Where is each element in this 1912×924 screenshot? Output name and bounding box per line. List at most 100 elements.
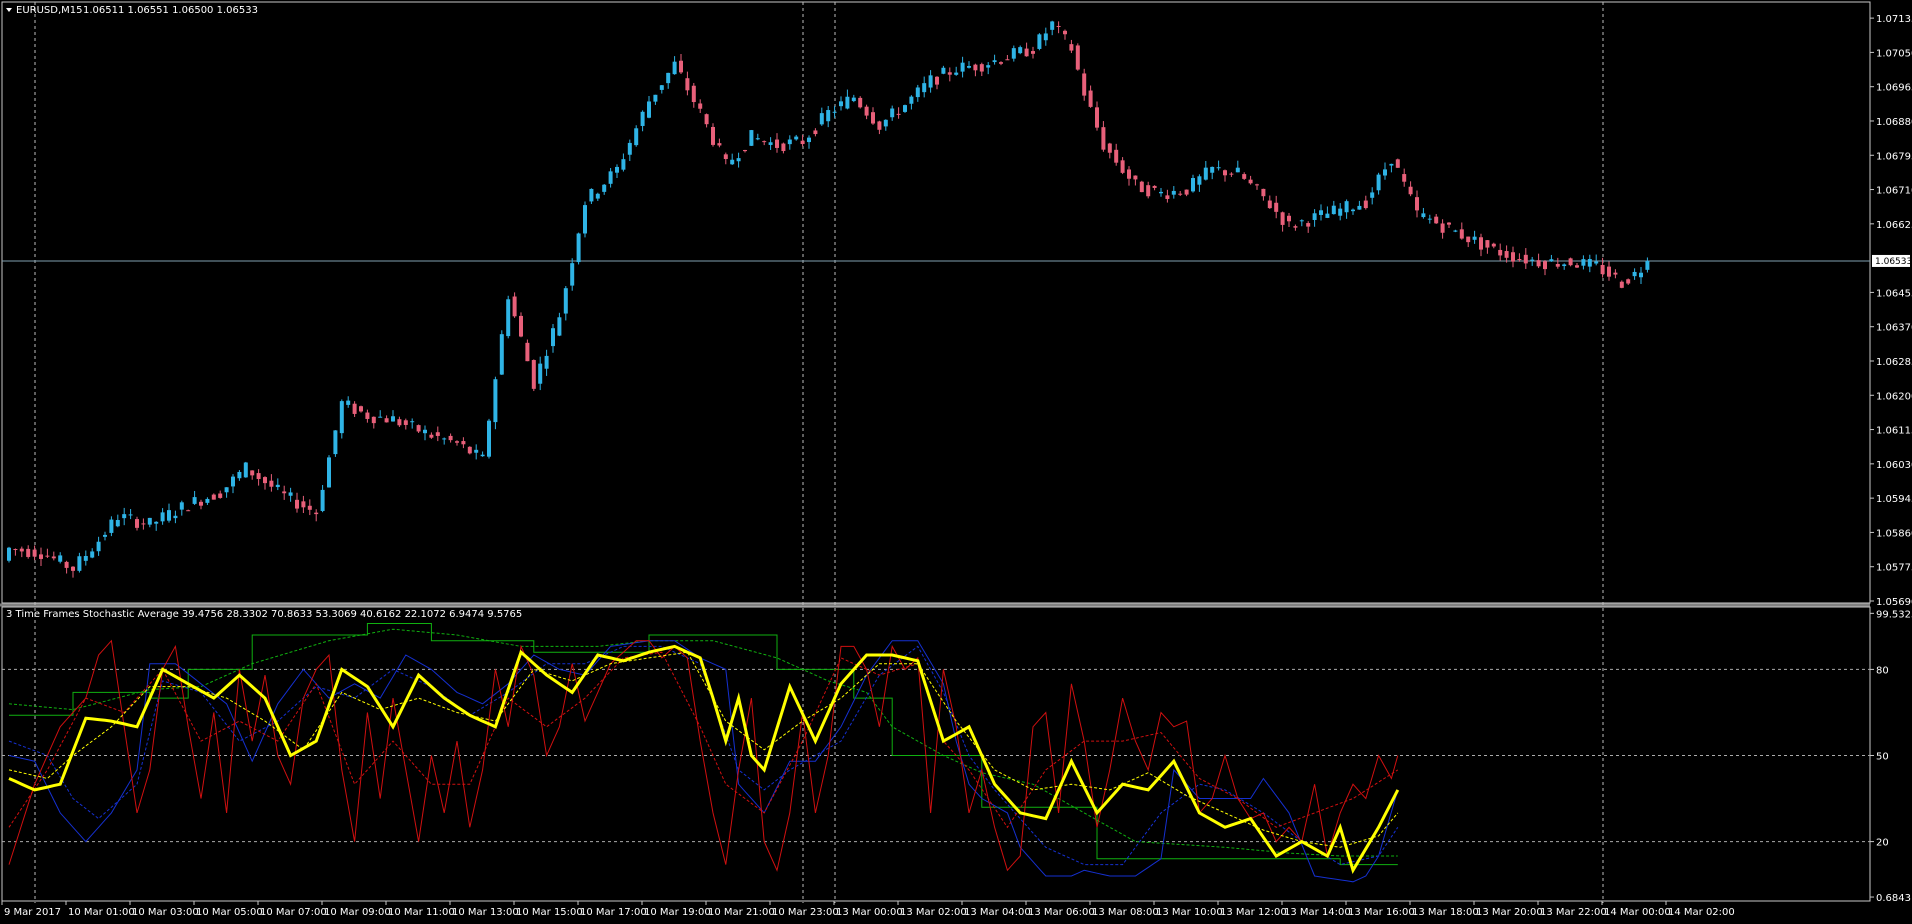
candle-body <box>653 94 658 102</box>
candle-body <box>378 416 383 418</box>
time-tick-label: 10 Mar 05:00 <box>196 907 263 918</box>
candle-body <box>967 66 971 68</box>
candle-body <box>333 430 338 455</box>
candle-body <box>1178 193 1183 195</box>
candle-body <box>192 497 197 504</box>
time-tick-label: 10 Mar 13:00 <box>452 907 519 918</box>
candle-body <box>627 142 632 155</box>
candle-body <box>1069 44 1074 51</box>
candle-body <box>1619 281 1624 288</box>
candle-body <box>218 493 223 498</box>
candle-body <box>1536 260 1541 267</box>
candle-body <box>1171 190 1176 195</box>
candles <box>7 20 1650 578</box>
candle-body <box>1376 174 1381 191</box>
candle-body <box>480 454 485 457</box>
time-tick-label: 10 Mar 19:00 <box>644 907 711 918</box>
candle-body <box>1351 209 1355 212</box>
candle-body <box>1440 223 1445 233</box>
time-tick-label: 10 Mar 07:00 <box>260 907 327 918</box>
price-tick-label: 1.07050 <box>1876 48 1912 59</box>
time-tick-label: 14 Mar 00:00 <box>1604 907 1671 918</box>
price-tick-label: 1.06030 <box>1876 460 1912 471</box>
candle-body <box>103 534 107 537</box>
candle-body <box>448 435 453 441</box>
candle-body <box>199 501 203 506</box>
candle-body <box>1338 208 1343 216</box>
candle-body <box>666 72 671 84</box>
candle-body <box>787 139 792 145</box>
period-separators <box>34 2 1604 903</box>
candle-body <box>397 419 402 426</box>
candle-body <box>282 491 287 494</box>
candle-body <box>1594 261 1599 264</box>
candle-body <box>1427 218 1432 220</box>
indicator-tick-label: 80 <box>1876 665 1889 676</box>
candle-body <box>1127 169 1131 179</box>
candle-body <box>992 60 997 63</box>
candle-body <box>1165 195 1170 199</box>
price-tick-label: 1.06370 <box>1876 323 1912 334</box>
price-tick-label: 1.06200 <box>1876 391 1912 402</box>
candle-body <box>71 566 75 571</box>
candle-body <box>474 449 479 453</box>
candle-body <box>429 434 434 438</box>
candle-body <box>314 512 319 515</box>
candle-body <box>1517 259 1522 261</box>
candle-body <box>1306 223 1311 227</box>
price-tick-label: 1.06285 <box>1876 357 1912 368</box>
candle-body <box>960 62 965 72</box>
candle-body <box>1479 237 1483 250</box>
candle-body <box>1421 213 1426 218</box>
candle-body <box>1639 272 1643 278</box>
price-tick-label: 1.07135 <box>1876 14 1912 25</box>
price-axis: 1.07135 1.07050 1.06965 1.06880 1.06795 1.067… <box>1870 14 1912 608</box>
candle-body <box>352 403 357 414</box>
candle-body <box>800 140 805 145</box>
candle-body <box>973 64 978 71</box>
candle-body <box>1063 30 1067 35</box>
candle-body <box>1459 229 1464 239</box>
candle-body <box>487 420 491 457</box>
candle-body <box>435 432 440 436</box>
candle-body <box>442 438 447 440</box>
time-tick-label: 10 Mar 21:00 <box>708 907 775 918</box>
candle-body <box>19 548 24 552</box>
time-tick-label: 13 Mar 06:00 <box>1028 907 1095 918</box>
candle-body <box>1383 169 1387 176</box>
candle-body <box>1402 174 1407 182</box>
candle-body <box>371 416 376 424</box>
candle-body <box>1319 210 1323 215</box>
candle-body <box>647 101 651 118</box>
candle-body <box>339 401 344 434</box>
candle-body <box>1075 45 1080 70</box>
candle-body <box>1255 184 1259 186</box>
candle-body <box>1082 73 1087 96</box>
dropdown-triangle-icon[interactable] <box>6 8 12 12</box>
candle-body <box>1415 197 1419 211</box>
price-tick-label: 1.05690 <box>1876 597 1912 608</box>
price-tick-label: 1.06795 <box>1876 151 1912 162</box>
time-tick-label: 10 Mar 23:00 <box>772 907 839 918</box>
candle-body <box>1152 185 1157 188</box>
candle-body <box>1133 175 1138 180</box>
candle-body <box>1242 174 1247 179</box>
candle-body <box>301 501 306 508</box>
candle-body <box>1389 163 1394 166</box>
candle-body <box>1511 252 1515 262</box>
candle-body <box>871 112 875 124</box>
indicator-tick-label: 99.5325 <box>1876 609 1912 620</box>
candle-body <box>730 159 735 165</box>
candle-body <box>263 477 267 484</box>
candle-body <box>640 111 645 126</box>
candle-body <box>1235 167 1240 173</box>
candle-body <box>237 471 242 479</box>
indicator-tick-label: 20 <box>1876 838 1889 849</box>
candle-body <box>736 158 741 162</box>
candle-body <box>915 87 920 98</box>
candle-body <box>595 193 600 199</box>
time-tick-label: 13 Mar 14:00 <box>1284 907 1351 918</box>
candle-body <box>615 166 619 173</box>
candle-body <box>167 510 171 521</box>
candle-body <box>768 142 773 145</box>
